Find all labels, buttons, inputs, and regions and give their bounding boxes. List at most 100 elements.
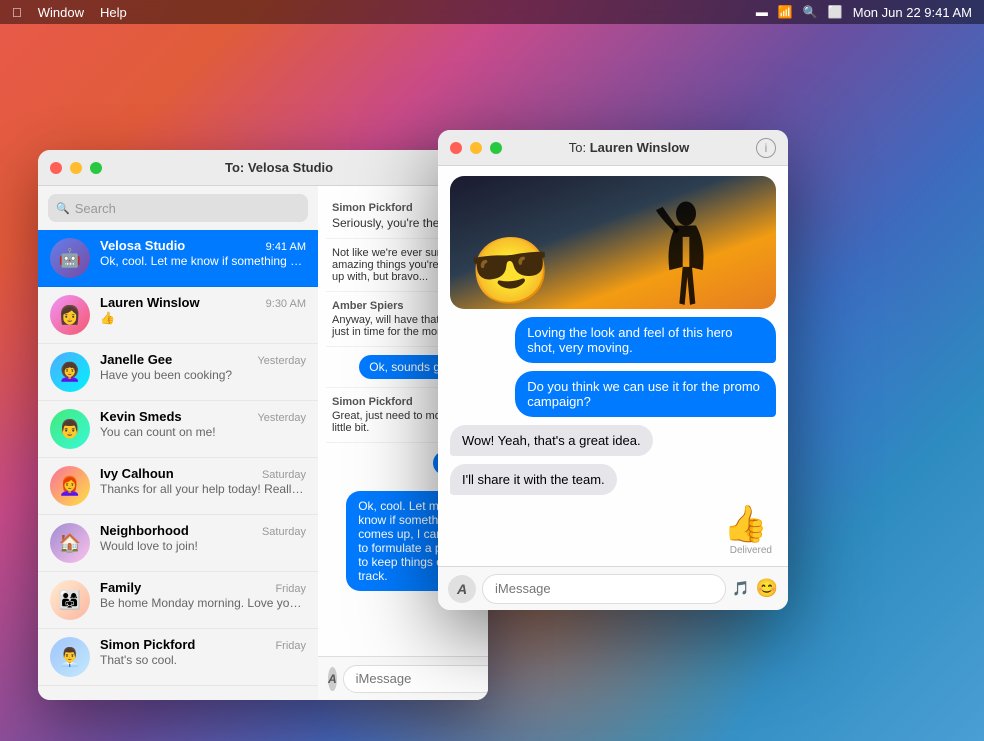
conversation-item-velosa[interactable]: 🤖 Velosa Studio 9:41 AM Ok, cool. Let me…	[38, 230, 318, 287]
conv-preview-velosa: Ok, cool. Let me know if something comes…	[100, 254, 306, 268]
conv-time-janelle: Yesterday	[257, 355, 306, 367]
conv-time-ivy: Saturday	[262, 469, 306, 481]
conv-content-ivy: Ivy Calhoun Saturday Thanks for all your…	[100, 466, 306, 496]
minimize-button-front[interactable]	[470, 142, 482, 154]
conv-time-simon: Friday	[275, 640, 306, 652]
tapback-area: 👍 Delivered	[450, 503, 776, 556]
bubble-row-sent-2: Do you think we can use it for the promo…	[450, 371, 776, 417]
conv-content-lauren: Lauren Winslow 9:30 AM 👍	[100, 295, 306, 325]
front-message-input[interactable]	[482, 574, 726, 604]
conv-preview-janelle: Have you been cooking?	[100, 368, 306, 382]
apple-menu-icon[interactable]: 	[12, 5, 22, 20]
avatar-janelle: 👩‍🦱	[50, 352, 90, 392]
conv-time-lauren: 9:30 AM	[266, 298, 306, 310]
conversation-item-neighborhood[interactable]: 🏠 Neighborhood Saturday Would love to jo…	[38, 515, 318, 572]
conversation-item-ivy[interactable]: 👩‍🦰 Ivy Calhoun Saturday Thanks for all …	[38, 458, 318, 515]
front-chat-messages: 😎 Loving the look and feel of this hero …	[438, 166, 788, 566]
bubble-received-2: I'll share it with the team.	[450, 464, 617, 495]
conversation-item-simon[interactable]: 👨‍💼 Simon Pickford Friday That's so cool…	[38, 629, 318, 686]
window-title-back: To: Velosa Studio	[110, 160, 448, 175]
conv-content-kevin: Kevin Smeds Yesterday You can count on m…	[100, 409, 306, 439]
delivered-label: Delivered	[730, 545, 776, 556]
bubble-sent-1: Loving the look and feel of this hero sh…	[515, 317, 776, 363]
conv-time-kevin: Yesterday	[257, 412, 306, 424]
minimize-button-back[interactable]	[70, 162, 82, 174]
conv-time-neighborhood: Saturday	[262, 526, 306, 538]
desktop:  Window Help ▬ 📶 🔍 ⬜ Mon Jun 22 9:41 AM…	[0, 0, 984, 741]
wifi-icon: 📶	[778, 5, 793, 19]
bubble-sent-2: Do you think we can use it for the promo…	[515, 371, 776, 417]
search-placeholder: Search	[75, 201, 116, 216]
messages-window-back: To: Velosa Studio ✏️ 🔍 Search 🤖 Velosa S…	[38, 150, 488, 700]
conv-name-kevin: Kevin Smeds	[100, 409, 182, 424]
cast-icon: ⬜	[828, 5, 843, 19]
maximize-button-back[interactable]	[90, 162, 102, 174]
front-memoji-btn[interactable]: A	[448, 575, 476, 603]
conv-time-velosa: 9:41 AM	[266, 241, 306, 253]
conv-name-simon: Simon Pickford	[100, 637, 195, 652]
conv-preview-ivy: Thanks for all your help today! Really a…	[100, 482, 306, 496]
menubar-datetime: Mon Jun 22 9:41 AM	[853, 5, 972, 20]
search-bar[interactable]: 🔍 Search	[48, 194, 308, 222]
close-button-front[interactable]	[450, 142, 462, 154]
memoji-sticker: 😎	[467, 230, 554, 309]
conversation-item-family[interactable]: 👨‍👩‍👧 Family Friday Be home Monday morni…	[38, 572, 318, 629]
conv-name-lauren: Lauren Winslow	[100, 295, 200, 310]
conv-name-janelle: Janelle Gee	[100, 352, 172, 367]
back-memoji-btn[interactable]: A	[328, 667, 337, 691]
avatar-neighborhood: 🏠	[50, 523, 90, 563]
avatar-simon: 👨‍💼	[50, 637, 90, 677]
conversation-item-kristen[interactable]: 👩‍🦳 Kristen Kelez Friday That's interest…	[38, 686, 318, 694]
close-button-back[interactable]	[50, 162, 62, 174]
bubble-row-received-2: I'll share it with the team.	[450, 464, 776, 495]
search-icon-sidebar: 🔍	[56, 202, 70, 215]
bubble-row-received-1: Wow! Yeah, that's a great idea.	[450, 425, 776, 456]
window-titlebar-front: To: Lauren Winslow i	[438, 130, 788, 166]
silhouette-svg	[646, 186, 726, 309]
back-input-bar: A 🎵 😊	[318, 656, 488, 700]
info-button[interactable]: i	[756, 138, 776, 158]
conversation-list: 🤖 Velosa Studio 9:41 AM Ok, cool. Let me…	[38, 230, 318, 694]
menubar:  Window Help ▬ 📶 🔍 ⬜ Mon Jun 22 9:41 AM	[0, 0, 984, 24]
conversation-item-kevin[interactable]: 👨 Kevin Smeds Yesterday You can count on…	[38, 401, 318, 458]
conv-preview-neighborhood: Would love to join!	[100, 539, 306, 553]
conv-content-family: Family Friday Be home Monday morning. Lo…	[100, 580, 306, 610]
front-emoji-icon[interactable]: 😊	[756, 578, 778, 599]
conv-time-family: Friday	[275, 583, 306, 595]
conv-name-family: Family	[100, 580, 141, 595]
bubble-received-1: Wow! Yeah, that's a great idea.	[450, 425, 653, 456]
bubble-row-sent-1: Loving the look and feel of this hero sh…	[450, 317, 776, 363]
conv-content-neighborhood: Neighborhood Saturday Would love to join…	[100, 523, 306, 553]
avatar-velosa: 🤖	[50, 238, 90, 278]
conv-content-simon: Simon Pickford Friday That's so cool.	[100, 637, 306, 667]
conv-preview-lauren: 👍	[100, 311, 306, 325]
front-audio-icon: 🎵	[732, 580, 749, 597]
window-titlebar-back: To: Velosa Studio ✏️	[38, 150, 488, 186]
conv-content-janelle: Janelle Gee Yesterday Have you been cook…	[100, 352, 306, 382]
menubar-window[interactable]: Window	[38, 5, 84, 20]
conv-preview-simon: That's so cool.	[100, 653, 306, 667]
conv-name-velosa: Velosa Studio	[100, 238, 185, 253]
front-window-title: To: Lauren Winslow	[510, 140, 748, 155]
avatar-lauren: 👩	[50, 295, 90, 335]
conversation-sidebar: 🔍 Search 🤖 Velosa Studio 9:41 AM Ok, coo…	[38, 186, 318, 700]
messages-window-front: To: Lauren Winslow i 😎 Lovi	[438, 130, 788, 610]
recipient-name: Lauren Winslow	[590, 140, 690, 155]
avatar-kevin: 👨	[50, 409, 90, 449]
battery-icon: ▬	[756, 5, 768, 19]
front-input-bar: A 🎵 😊	[438, 566, 788, 610]
conv-name-neighborhood: Neighborhood	[100, 523, 189, 538]
hero-image: 😎	[450, 176, 776, 309]
search-icon[interactable]: 🔍	[803, 5, 818, 19]
conversation-item-janelle[interactable]: 👩‍🦱 Janelle Gee Yesterday Have you been …	[38, 344, 318, 401]
conv-name-ivy: Ivy Calhoun	[100, 466, 174, 481]
maximize-button-front[interactable]	[490, 142, 502, 154]
menubar-help[interactable]: Help	[100, 5, 127, 20]
back-message-input[interactable]	[343, 665, 488, 693]
avatar-family: 👨‍👩‍👧	[50, 580, 90, 620]
conv-preview-family: Be home Monday morning. Love you all!	[100, 596, 306, 610]
conversation-item-lauren[interactable]: 👩 Lauren Winslow 9:30 AM 👍	[38, 287, 318, 344]
to-label: To:	[569, 140, 590, 155]
thumbs-up-tapback: 👍	[723, 503, 776, 545]
conv-preview-kevin: You can count on me!	[100, 425, 306, 439]
